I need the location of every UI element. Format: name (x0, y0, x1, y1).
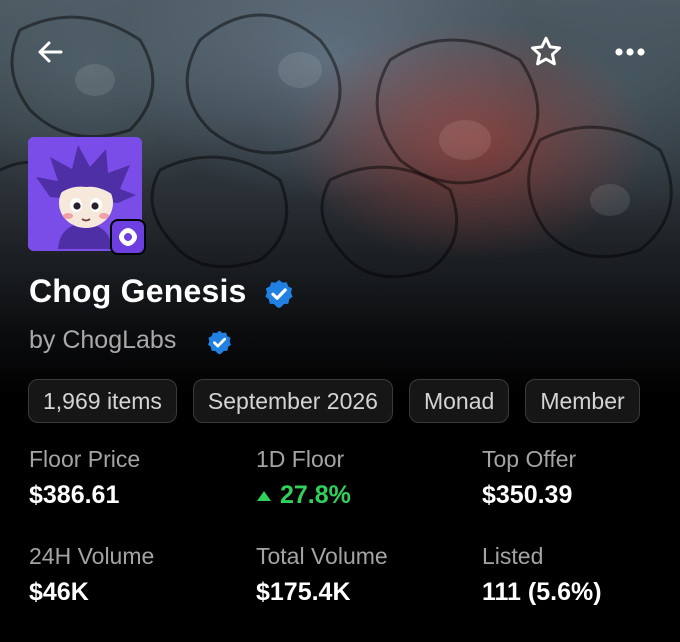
stat-listed: Listed 111 (5.6%) (482, 543, 680, 607)
back-button[interactable] (28, 30, 72, 74)
stat-value: $386.61 (29, 481, 120, 509)
stat-value: 111 (5.6%) (482, 578, 602, 606)
monad-chain-icon (119, 228, 137, 246)
chip-chain[interactable]: Monad (408, 379, 510, 423)
creator-verified-badge-icon (208, 330, 231, 355)
more-options-button[interactable] (608, 30, 652, 74)
stat-value: $175.4K (256, 578, 351, 606)
stat-total-volume: Total Volume $175.4K (256, 543, 456, 607)
more-horizontal-icon (615, 48, 645, 56)
trend-up-icon (257, 490, 271, 501)
stat-label: 1D Floor (256, 446, 345, 472)
chip-member[interactable]: Member (525, 379, 640, 423)
collection-title: Chog Genesis (29, 273, 247, 309)
stat-1d-floor: 1D Floor 27.8% (256, 446, 456, 510)
stat-label: Floor Price (29, 446, 141, 472)
stat-value: $350.39 (482, 481, 573, 509)
star-outline-icon (531, 36, 561, 66)
chip-created-date[interactable]: September 2026 (192, 379, 393, 423)
chain-badge (110, 219, 146, 255)
stat-top-offer: Top Offer $350.39 (482, 446, 680, 510)
stat-value: $46K (29, 578, 89, 606)
favorite-button[interactable] (524, 30, 568, 74)
collection-info-chips: 1,969 items September 2026 Monad Member (28, 379, 652, 423)
stat-24h-volume: 24H Volume $46K (29, 543, 229, 607)
stat-value: 27.8% (256, 481, 456, 510)
stat-label: Listed (482, 543, 544, 569)
chip-item-count[interactable]: 1,969 items (28, 379, 177, 423)
stat-label: Total Volume (256, 543, 388, 569)
arrow-left-icon (38, 41, 63, 63)
creator-link[interactable]: by ChogLabs (29, 326, 176, 355)
stat-label: 24H Volume (29, 543, 155, 569)
trend-value: 27.8% (280, 481, 351, 509)
verified-badge-icon (265, 280, 293, 308)
stat-floor-price: Floor Price $386.61 (29, 446, 229, 510)
stat-label: Top Offer (482, 446, 577, 472)
